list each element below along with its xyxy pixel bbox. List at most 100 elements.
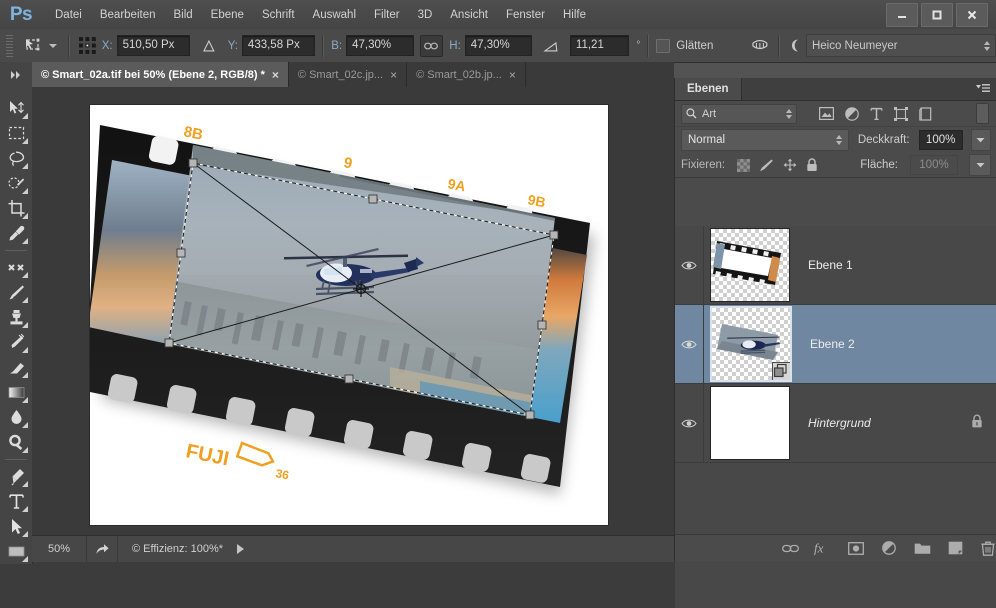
layer-visibility-toggle-2[interactable]	[675, 305, 704, 383]
quick-selection-tool[interactable]	[2, 171, 30, 196]
dodge-tool[interactable]	[2, 430, 30, 455]
canvas-area[interactable]: 8B 9 9A 9B FUJI 36	[32, 87, 674, 535]
blur-tool[interactable]	[2, 405, 30, 430]
rectangle-shape-tool[interactable]	[2, 539, 30, 564]
lasso-tool[interactable]	[2, 146, 30, 171]
lock-position-icon[interactable]	[783, 158, 797, 172]
pen-tool[interactable]	[2, 464, 30, 489]
link-layers-button[interactable]	[781, 539, 799, 557]
layers-panel-toolbar: fx	[675, 534, 996, 561]
window-controls	[886, 3, 988, 27]
crop-tool[interactable]	[2, 196, 30, 221]
layer-row-hintergrund[interactable]: Hintergrund	[675, 384, 996, 463]
rotation-angle-field[interactable]: 11,21	[569, 35, 630, 56]
menu-ebene[interactable]: Ebene	[202, 4, 253, 26]
smart-object-filter-icon[interactable]	[919, 106, 933, 121]
layer-thumbnail-2[interactable]	[710, 306, 792, 382]
options-bar-grip[interactable]	[6, 34, 13, 57]
tab-close-icon[interactable]: ×	[390, 69, 397, 81]
layer-row-ebene-2[interactable]: Ebene 2	[675, 305, 996, 384]
eyedropper-tool[interactable]	[2, 221, 30, 246]
move-tool[interactable]	[2, 96, 30, 121]
filter-kind-select[interactable]: Art	[681, 103, 797, 124]
new-group-button[interactable]	[913, 539, 931, 557]
layer-style-button[interactable]: fx	[814, 539, 832, 557]
menu-bild[interactable]: Bild	[164, 4, 201, 26]
gradient-tool[interactable]	[2, 380, 30, 405]
eraser-tool[interactable]	[2, 355, 30, 380]
workspace-selector[interactable]: Heico Neumeyer	[805, 34, 996, 57]
blend-mode-select[interactable]: Normal	[681, 129, 849, 151]
tab-close-icon[interactable]: ×	[272, 69, 279, 81]
zoom-level-field[interactable]: 50%	[32, 536, 87, 562]
layer-row-ebene-1[interactable]: Ebene 1	[675, 226, 996, 305]
link-aspect-ratio-button[interactable]	[419, 34, 444, 57]
status-expand-arrow-icon[interactable]	[237, 544, 245, 554]
new-adjustment-layer-button[interactable]	[880, 539, 898, 557]
shape-filter-icon[interactable]	[894, 106, 908, 121]
minimize-button[interactable]	[886, 3, 918, 27]
fill-stepper[interactable]	[969, 154, 991, 176]
adjustment-filter-icon[interactable]	[845, 106, 859, 121]
brush-tool[interactable]	[2, 280, 30, 305]
document-tab-smart-02c[interactable]: © Smart_02c.jp... ×	[288, 62, 408, 87]
tab-title: © Smart_02b.jp...	[416, 68, 502, 81]
menu-fenster[interactable]: Fenster	[497, 4, 554, 26]
pixel-filter-icon[interactable]	[819, 107, 834, 120]
height-field[interactable]: 47,30%	[464, 35, 533, 56]
panel-menu-button[interactable]	[976, 83, 990, 95]
document-canvas[interactable]: 8B 9 9A 9B FUJI 36	[85, 105, 608, 525]
filter-power-toggle-icon[interactable]	[976, 103, 989, 124]
path-selection-tool[interactable]	[2, 514, 30, 539]
history-brush-tool[interactable]	[2, 330, 30, 355]
free-transform-tool-icon[interactable]	[22, 35, 46, 57]
menu-bearbeiten[interactable]: Bearbeiten	[91, 4, 165, 26]
tool-preset-chevron-down-icon[interactable]	[48, 43, 57, 48]
menu-ansicht[interactable]: Ansicht	[441, 4, 497, 26]
layer-visibility-toggle-3[interactable]	[675, 384, 704, 462]
workspace-moon-icon[interactable]	[787, 38, 802, 53]
rectangular-marquee-tool[interactable]	[2, 121, 30, 146]
layer-name-3[interactable]: Hintergrund	[790, 416, 971, 430]
type-tool[interactable]	[2, 489, 30, 514]
lock-all-icon[interactable]	[806, 158, 818, 172]
lock-transparency-icon[interactable]	[737, 158, 751, 172]
tab-close-icon[interactable]: ×	[509, 69, 516, 81]
layer-name-1[interactable]: Ebene 1	[790, 258, 996, 272]
width-field[interactable]: 47,30%	[346, 35, 414, 56]
eye-icon	[681, 340, 697, 348]
opacity-value[interactable]: 100%	[918, 130, 963, 150]
menu-schrift[interactable]: Schrift	[253, 4, 304, 26]
document-tab-smart-02b[interactable]: © Smart_02b.jp... ×	[407, 62, 526, 87]
menu-filter[interactable]: Filter	[365, 4, 409, 26]
layer-locked-icon	[971, 414, 983, 432]
reference-point-grid-icon[interactable]	[78, 37, 96, 54]
x-field[interactable]: 510,50 Px	[116, 35, 190, 56]
share-button[interactable]	[87, 536, 118, 562]
panel-collapse-button[interactable]	[0, 62, 32, 88]
layer-visibility-toggle-1[interactable]	[675, 226, 704, 304]
healing-brush-tool[interactable]	[2, 255, 30, 280]
menu-hilfe[interactable]: Hilfe	[554, 4, 595, 26]
delete-layer-button[interactable]	[979, 539, 996, 557]
layer-thumbnail-3[interactable]	[710, 386, 790, 460]
antialias-checkbox[interactable]	[656, 38, 671, 53]
menu-datei[interactable]: Datei	[46, 4, 91, 26]
close-button[interactable]	[956, 3, 988, 27]
tab-ebenen[interactable]: Ebenen	[675, 78, 742, 100]
menu-3d[interactable]: 3D	[409, 4, 442, 26]
opacity-stepper[interactable]	[970, 129, 991, 151]
clone-stamp-tool[interactable]	[2, 305, 30, 330]
layer-thumbnail-1[interactable]	[710, 228, 790, 302]
maximize-button[interactable]	[921, 3, 953, 27]
menu-auswahl[interactable]: Auswahl	[304, 4, 365, 26]
layer-name-2[interactable]: Ebene 2	[792, 337, 996, 351]
y-field[interactable]: 433,58 Px	[241, 35, 316, 56]
type-filter-icon[interactable]	[870, 107, 883, 121]
add-layer-mask-button[interactable]	[847, 539, 865, 557]
lock-image-pixels-icon[interactable]	[759, 158, 774, 172]
new-layer-button[interactable]	[946, 539, 964, 557]
warp-mode-icon[interactable]	[749, 37, 771, 55]
fill-value[interactable]: 100%	[910, 155, 958, 175]
document-tab-smart-02a[interactable]: © Smart_02a.tif bei 50% (Ebene 2, RGB/8)…	[32, 62, 289, 87]
